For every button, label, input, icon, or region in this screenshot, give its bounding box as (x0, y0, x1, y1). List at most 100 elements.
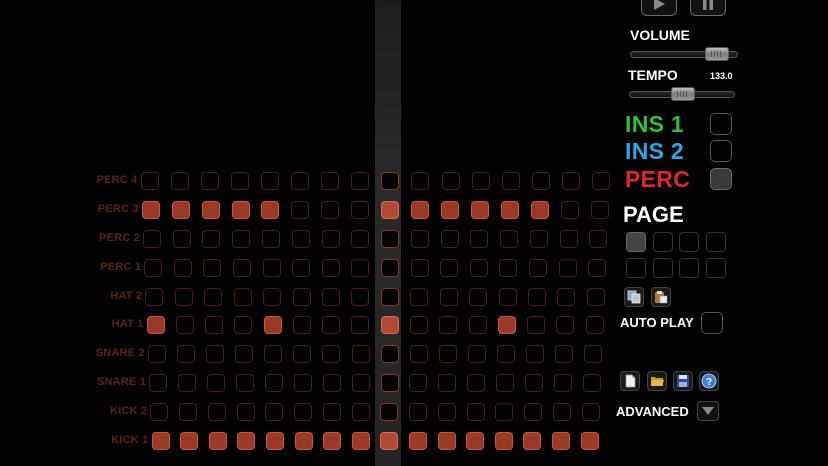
step-cell[interactable] (439, 316, 458, 335)
step-cell[interactable] (586, 287, 605, 306)
step-cell[interactable] (440, 258, 459, 277)
auto-play-checkbox[interactable] (701, 312, 723, 334)
step-cell[interactable] (380, 403, 399, 422)
step-cell[interactable] (411, 200, 430, 219)
step-cell[interactable] (497, 345, 516, 364)
step-cell[interactable] (530, 200, 549, 219)
step-cell[interactable] (292, 258, 311, 277)
instrument-checkbox[interactable] (710, 168, 732, 190)
page-button[interactable] (626, 232, 646, 252)
step-cell[interactable] (525, 374, 544, 393)
pause-button[interactable] (690, 0, 726, 16)
step-cell[interactable] (470, 229, 489, 248)
step-cell[interactable] (237, 432, 256, 450)
step-cell[interactable] (202, 229, 221, 248)
step-cell[interactable] (174, 287, 193, 306)
help-button[interactable]: ? (699, 371, 719, 391)
step-cell[interactable] (466, 432, 485, 450)
step-cell[interactable] (263, 287, 282, 306)
step-cell[interactable] (180, 432, 199, 450)
instrument-checkbox[interactable] (710, 140, 732, 162)
step-cell[interactable] (585, 316, 604, 335)
step-cell[interactable] (411, 172, 430, 190)
step-cell[interactable] (380, 316, 399, 335)
step-cell[interactable] (201, 200, 220, 219)
step-cell[interactable] (230, 172, 249, 190)
step-cell[interactable] (500, 229, 519, 248)
step-cell[interactable] (351, 403, 370, 422)
step-cell[interactable] (351, 229, 370, 248)
tempo-slider-thumb[interactable] (671, 87, 695, 101)
step-cell[interactable] (206, 374, 225, 393)
step-cell[interactable] (437, 432, 456, 450)
step-cell[interactable] (553, 403, 571, 422)
step-cell[interactable] (262, 229, 280, 248)
step-cell[interactable] (322, 316, 341, 335)
step-cell[interactable] (203, 258, 222, 277)
page-button[interactable] (652, 232, 673, 252)
step-cell[interactable] (380, 345, 399, 364)
step-cell[interactable] (291, 172, 309, 190)
step-cell[interactable] (469, 258, 488, 277)
step-cell[interactable] (231, 200, 250, 219)
step-cell[interactable] (146, 316, 165, 335)
step-cell[interactable] (233, 287, 252, 306)
step-cell[interactable] (351, 258, 370, 277)
step-cell[interactable] (172, 229, 191, 248)
step-cell[interactable] (321, 229, 340, 248)
step-cell[interactable] (588, 258, 607, 277)
step-cell[interactable] (179, 403, 198, 422)
volume-slider-thumb[interactable] (704, 47, 729, 61)
step-cell[interactable] (583, 374, 602, 393)
step-cell[interactable] (145, 287, 164, 306)
step-cell[interactable] (380, 374, 399, 393)
step-cell[interactable] (264, 374, 283, 393)
step-cell[interactable] (380, 287, 399, 306)
step-cell[interactable] (294, 432, 313, 450)
step-cell[interactable] (351, 200, 370, 219)
step-cell[interactable] (496, 374, 515, 393)
step-cell[interactable] (409, 374, 428, 393)
step-cell[interactable] (466, 403, 485, 422)
instrument-checkbox[interactable] (710, 113, 732, 135)
step-cell[interactable] (381, 229, 400, 248)
step-cell[interactable] (409, 403, 428, 422)
step-cell[interactable] (173, 258, 192, 277)
new-file-button[interactable] (620, 371, 640, 391)
step-cell[interactable] (467, 345, 486, 364)
advanced-toggle-button[interactable] (697, 401, 719, 421)
step-cell[interactable] (200, 172, 219, 190)
step-cell[interactable] (232, 258, 251, 277)
step-cell[interactable] (495, 403, 514, 422)
step-cell[interactable] (501, 172, 520, 190)
step-cell[interactable] (291, 229, 310, 248)
step-cell[interactable] (351, 172, 370, 190)
step-cell[interactable] (293, 374, 312, 393)
page-button[interactable] (652, 258, 673, 278)
step-cell[interactable] (149, 374, 168, 393)
step-cell[interactable] (292, 316, 311, 335)
step-cell[interactable] (580, 432, 599, 450)
step-cell[interactable] (557, 287, 576, 306)
step-cell[interactable] (322, 403, 341, 422)
step-cell[interactable] (262, 258, 281, 277)
page-button[interactable] (705, 258, 726, 278)
step-cell[interactable] (380, 258, 399, 277)
step-cell[interactable] (177, 374, 196, 393)
step-cell[interactable] (294, 403, 313, 422)
step-cell[interactable] (321, 200, 340, 219)
step-cell[interactable] (469, 287, 488, 306)
step-cell[interactable] (140, 172, 159, 190)
step-cell[interactable] (468, 316, 487, 335)
step-cell[interactable] (556, 316, 575, 335)
page-button[interactable] (705, 232, 726, 252)
step-cell[interactable] (497, 316, 516, 335)
step-cell[interactable] (524, 403, 543, 422)
step-cell[interactable] (560, 200, 579, 219)
tempo-slider[interactable] (629, 87, 735, 101)
step-cell[interactable] (170, 172, 189, 190)
step-cell[interactable] (351, 316, 370, 335)
step-cell[interactable] (441, 172, 460, 190)
step-cell[interactable] (498, 287, 517, 306)
step-cell[interactable] (555, 345, 574, 364)
